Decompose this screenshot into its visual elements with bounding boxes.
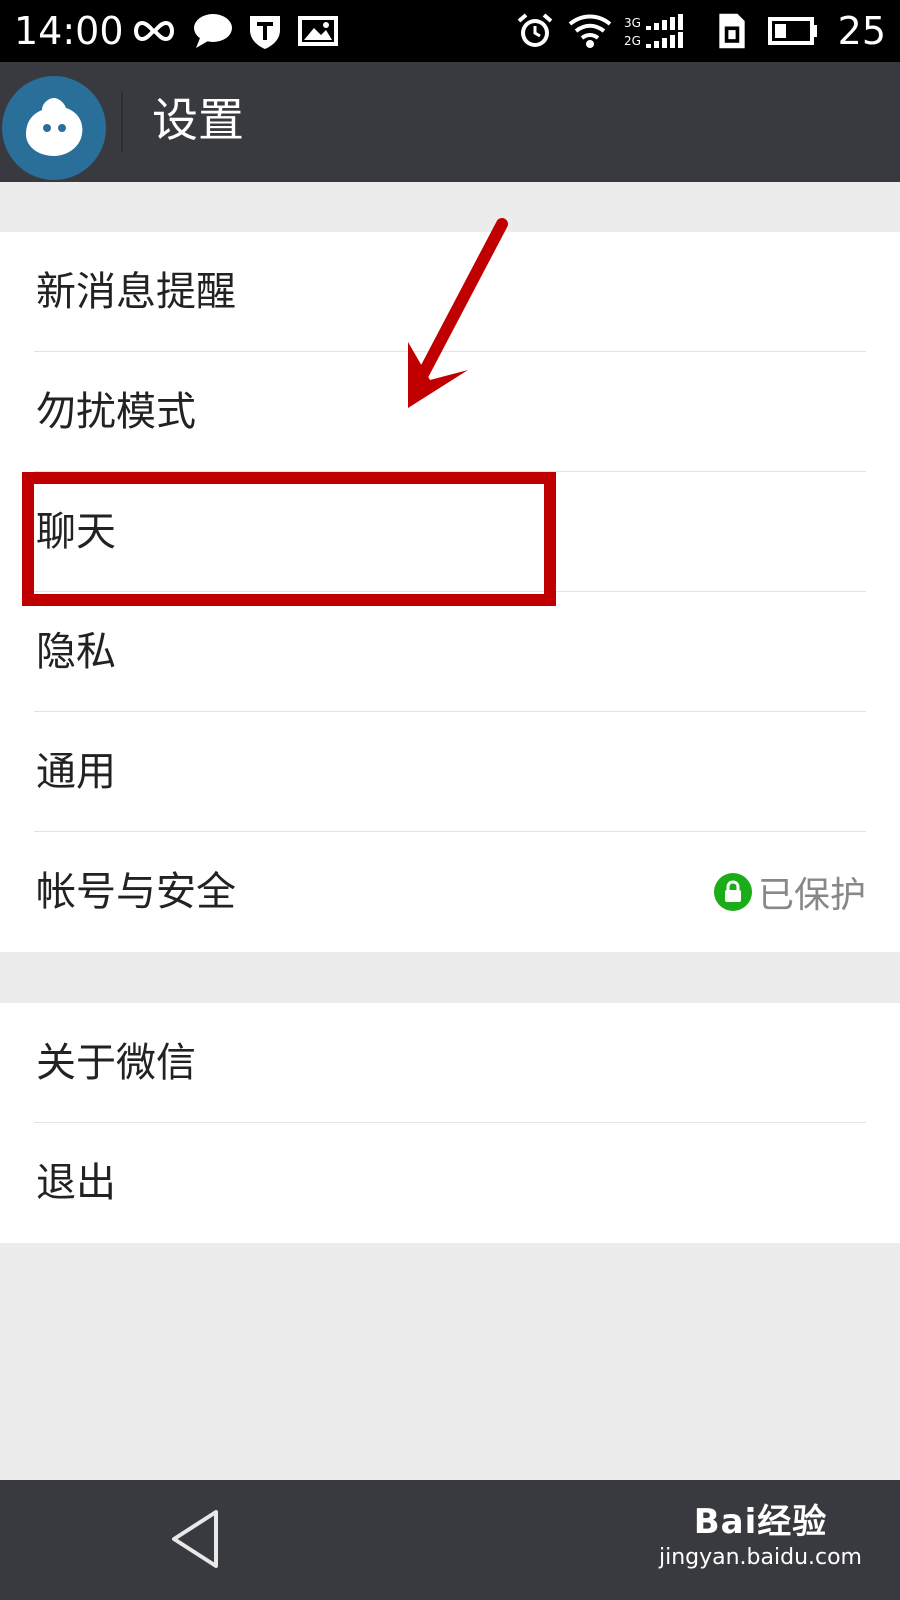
settings-group-secondary: 关于微信 退出 [0, 1003, 900, 1243]
alarm-icon [517, 13, 553, 47]
status-bar: 14:00 3G 2G 25 [0, 0, 900, 62]
signal-icon: 3G 2G [624, 14, 683, 48]
account-status: 已保护 [713, 832, 866, 952]
annotation-highlight-box [22, 472, 556, 606]
action-bar [0, 62, 900, 182]
settings-item-label: 帐号与安全 [36, 869, 236, 915]
settings-item-about[interactable]: 关于微信 [0, 1003, 900, 1123]
shield-icon [250, 16, 280, 49]
settings-item-label: 退出 [36, 1160, 116, 1206]
header-divider [121, 92, 123, 152]
watermark-url: jingyan.baidu.com [658, 1545, 862, 1570]
lock-icon [713, 873, 752, 911]
chat-bubble-icon [194, 14, 232, 48]
sim-icon [719, 13, 745, 49]
image-icon [298, 16, 338, 46]
settings-item-label: 新消息提醒 [36, 269, 236, 315]
svg-text:2G: 2G [624, 34, 641, 48]
infinity-icon [134, 20, 174, 42]
page-title: 设置 [152, 93, 244, 147]
settings-item-privacy[interactable]: 隐私 [0, 592, 900, 712]
settings-item-label: 关于微信 [36, 1040, 196, 1086]
app-logo-icon[interactable] [2, 76, 106, 180]
settings-item-general[interactable]: 通用 [0, 712, 900, 832]
battery-icon [768, 17, 817, 45]
annotation-arrow-icon [408, 218, 508, 408]
status-time: 14:00 [14, 9, 124, 53]
battery-level: 25 [837, 9, 886, 53]
watermark: Bai经验 jingyan.baidu.com [659, 1500, 862, 1572]
settings-item-label: 勿扰模式 [36, 389, 196, 435]
settings-item-account-security[interactable]: 帐号与安全 已保护 [0, 832, 900, 952]
settings-item-logout[interactable]: 退出 [0, 1123, 900, 1243]
settings-item-label: 隐私 [36, 629, 116, 675]
back-triangle-icon[interactable] [168, 1508, 222, 1570]
settings-item-label: 通用 [36, 749, 116, 795]
watermark-logo: Bai经验 [693, 1502, 828, 1542]
wifi-icon [568, 14, 612, 48]
status-badge: 已保护 [757, 875, 866, 916]
svg-text:3G: 3G [624, 16, 641, 30]
